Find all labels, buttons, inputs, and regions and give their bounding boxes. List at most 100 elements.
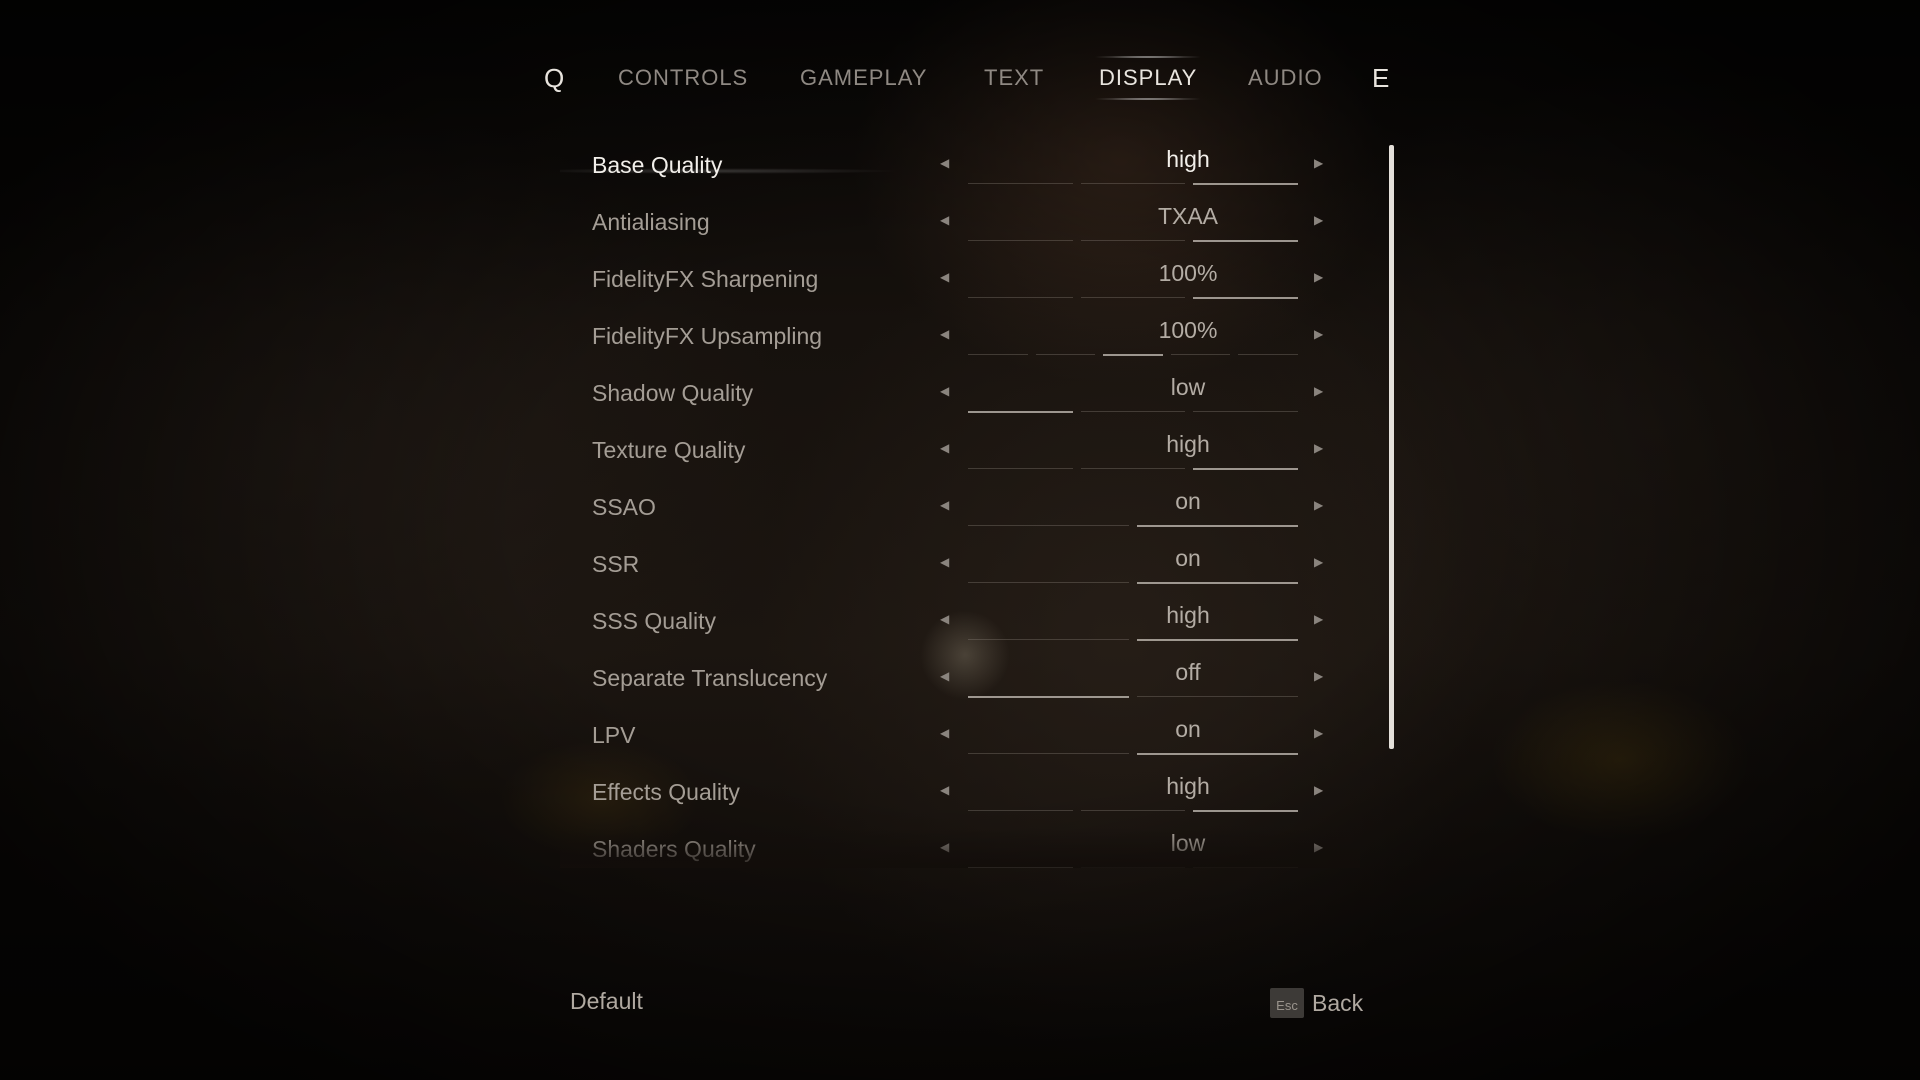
level-segment xyxy=(1238,354,1298,355)
setting-value: low xyxy=(1170,374,1206,400)
display-settings-list: Base Quality ◀ high ▶ Antialiasing ◀ TXAA ▶ Fide… xyxy=(560,140,1360,868)
setting-label: Separate Translucency xyxy=(592,665,828,691)
setting-value: on xyxy=(1175,488,1201,514)
setting-row[interactable]: Separate Translucency ◀ off ▶ xyxy=(560,653,1360,701)
setting-row[interactable]: Base Quality ◀ high ▶ xyxy=(560,140,1360,188)
level-segment xyxy=(1193,240,1298,242)
level-segment xyxy=(1080,183,1186,184)
right-arrow-icon[interactable]: ▶ xyxy=(1314,156,1323,170)
setting-row[interactable]: FidelityFX Sharpening ◀ 100% ▶ xyxy=(560,254,1360,302)
right-arrow-icon[interactable]: ▶ xyxy=(1314,726,1323,740)
right-arrow-icon[interactable]: ▶ xyxy=(1314,441,1323,455)
right-arrow-icon[interactable]: ▶ xyxy=(1314,213,1323,227)
level-indicator xyxy=(968,753,1298,755)
setting-row[interactable]: SSS Quality ◀ high ▶ xyxy=(560,596,1360,644)
level-segment xyxy=(1103,354,1163,356)
setting-value: 100% xyxy=(1158,317,1218,343)
right-arrow-icon[interactable]: ▶ xyxy=(1314,612,1323,626)
setting-label: Shadow Quality xyxy=(592,380,754,406)
left-arrow-icon[interactable]: ◀ xyxy=(940,213,949,227)
left-arrow-icon[interactable]: ◀ xyxy=(940,783,949,797)
level-segment xyxy=(1080,240,1186,241)
level-indicator xyxy=(968,468,1298,470)
tab-controls[interactable]: CONTROLS xyxy=(618,58,748,98)
setting-label: Texture Quality xyxy=(592,437,746,463)
level-segment xyxy=(1080,411,1186,412)
left-arrow-icon[interactable]: ◀ xyxy=(940,270,949,284)
right-arrow-icon[interactable]: ▶ xyxy=(1314,669,1323,683)
setting-value: low xyxy=(1170,830,1206,856)
setting-row[interactable]: Shaders Quality ◀ low ▶ xyxy=(560,824,1360,868)
next-tab-key[interactable]: E xyxy=(1372,58,1389,98)
setting-row[interactable]: Antialiasing ◀ TXAA ▶ xyxy=(560,197,1360,245)
left-arrow-icon[interactable]: ◀ xyxy=(940,156,949,170)
back-label: Back xyxy=(1312,990,1364,1016)
level-indicator xyxy=(968,354,1298,356)
level-segment xyxy=(1080,867,1186,868)
setting-label: SSS Quality xyxy=(592,608,716,634)
setting-row[interactable]: SSR ◀ on ▶ xyxy=(560,539,1360,587)
level-indicator xyxy=(968,810,1298,812)
level-segment xyxy=(968,354,1028,355)
level-segment xyxy=(1137,525,1298,527)
right-arrow-icon[interactable]: ▶ xyxy=(1314,783,1323,797)
right-arrow-icon[interactable]: ▶ xyxy=(1314,840,1323,854)
right-arrow-icon[interactable]: ▶ xyxy=(1314,270,1323,284)
right-arrow-icon[interactable]: ▶ xyxy=(1314,555,1323,569)
level-segment xyxy=(968,183,1073,184)
right-arrow-icon[interactable]: ▶ xyxy=(1314,384,1323,398)
left-arrow-icon[interactable]: ◀ xyxy=(940,612,949,626)
level-segment xyxy=(968,810,1073,811)
right-arrow-icon[interactable]: ▶ xyxy=(1314,498,1323,512)
setting-label: Antialiasing xyxy=(592,209,710,235)
setting-row[interactable]: FidelityFX Upsampling ◀ 100% ▶ xyxy=(560,311,1360,359)
setting-row[interactable]: SSAO ◀ on ▶ xyxy=(560,482,1360,530)
tab-audio[interactable]: AUDIO xyxy=(1248,58,1323,98)
level-indicator xyxy=(968,582,1298,584)
left-arrow-icon[interactable]: ◀ xyxy=(940,498,949,512)
level-indicator xyxy=(968,525,1298,527)
level-segment xyxy=(1080,297,1186,298)
left-arrow-icon[interactable]: ◀ xyxy=(940,441,949,455)
setting-row[interactable]: LPV ◀ on ▶ xyxy=(560,710,1360,758)
prev-tab-key[interactable]: Q xyxy=(544,58,564,98)
setting-row[interactable]: Shadow Quality ◀ low ▶ xyxy=(560,368,1360,416)
setting-value: off xyxy=(1175,659,1201,685)
setting-row[interactable]: Effects Quality ◀ high ▶ xyxy=(560,767,1360,815)
setting-label: FidelityFX Sharpening xyxy=(592,266,819,292)
setting-value: high xyxy=(1166,431,1210,457)
level-indicator xyxy=(968,696,1298,698)
tab-display[interactable]: DISPLAY xyxy=(1092,56,1204,100)
settings-tabs: Q CONTROLS GAMEPLAY TEXT DISPLAY AUDIO E xyxy=(540,56,1400,100)
level-segment xyxy=(968,639,1129,640)
setting-label: FidelityFX Upsampling xyxy=(592,323,823,349)
scrollbar[interactable] xyxy=(1389,145,1394,749)
left-arrow-icon[interactable]: ◀ xyxy=(940,669,949,683)
tab-text[interactable]: TEXT xyxy=(984,58,1044,98)
level-segment xyxy=(1137,753,1298,755)
level-segment xyxy=(1193,867,1298,868)
level-indicator xyxy=(968,297,1298,299)
level-indicator xyxy=(968,639,1298,641)
level-segment xyxy=(968,468,1073,469)
level-indicator xyxy=(968,867,1298,868)
setting-row[interactable]: Texture Quality ◀ high ▶ xyxy=(560,425,1360,473)
default-button[interactable]: Default xyxy=(570,988,643,1015)
level-segment xyxy=(968,240,1073,241)
level-segment xyxy=(1193,468,1298,470)
setting-value: on xyxy=(1175,545,1201,571)
setting-label: LPV xyxy=(592,722,636,748)
right-arrow-icon[interactable]: ▶ xyxy=(1314,327,1323,341)
left-arrow-icon[interactable]: ◀ xyxy=(940,555,949,569)
level-segment xyxy=(1193,810,1298,812)
left-arrow-icon[interactable]: ◀ xyxy=(940,840,949,854)
level-segment xyxy=(1080,810,1186,811)
tab-gameplay[interactable]: GAMEPLAY xyxy=(800,58,927,98)
left-arrow-icon[interactable]: ◀ xyxy=(940,384,949,398)
level-segment xyxy=(1193,297,1298,299)
level-segment xyxy=(968,582,1129,583)
left-arrow-icon[interactable]: ◀ xyxy=(940,327,949,341)
setting-label: Shaders Quality xyxy=(592,836,756,862)
level-indicator xyxy=(968,240,1298,242)
left-arrow-icon[interactable]: ◀ xyxy=(940,726,949,740)
